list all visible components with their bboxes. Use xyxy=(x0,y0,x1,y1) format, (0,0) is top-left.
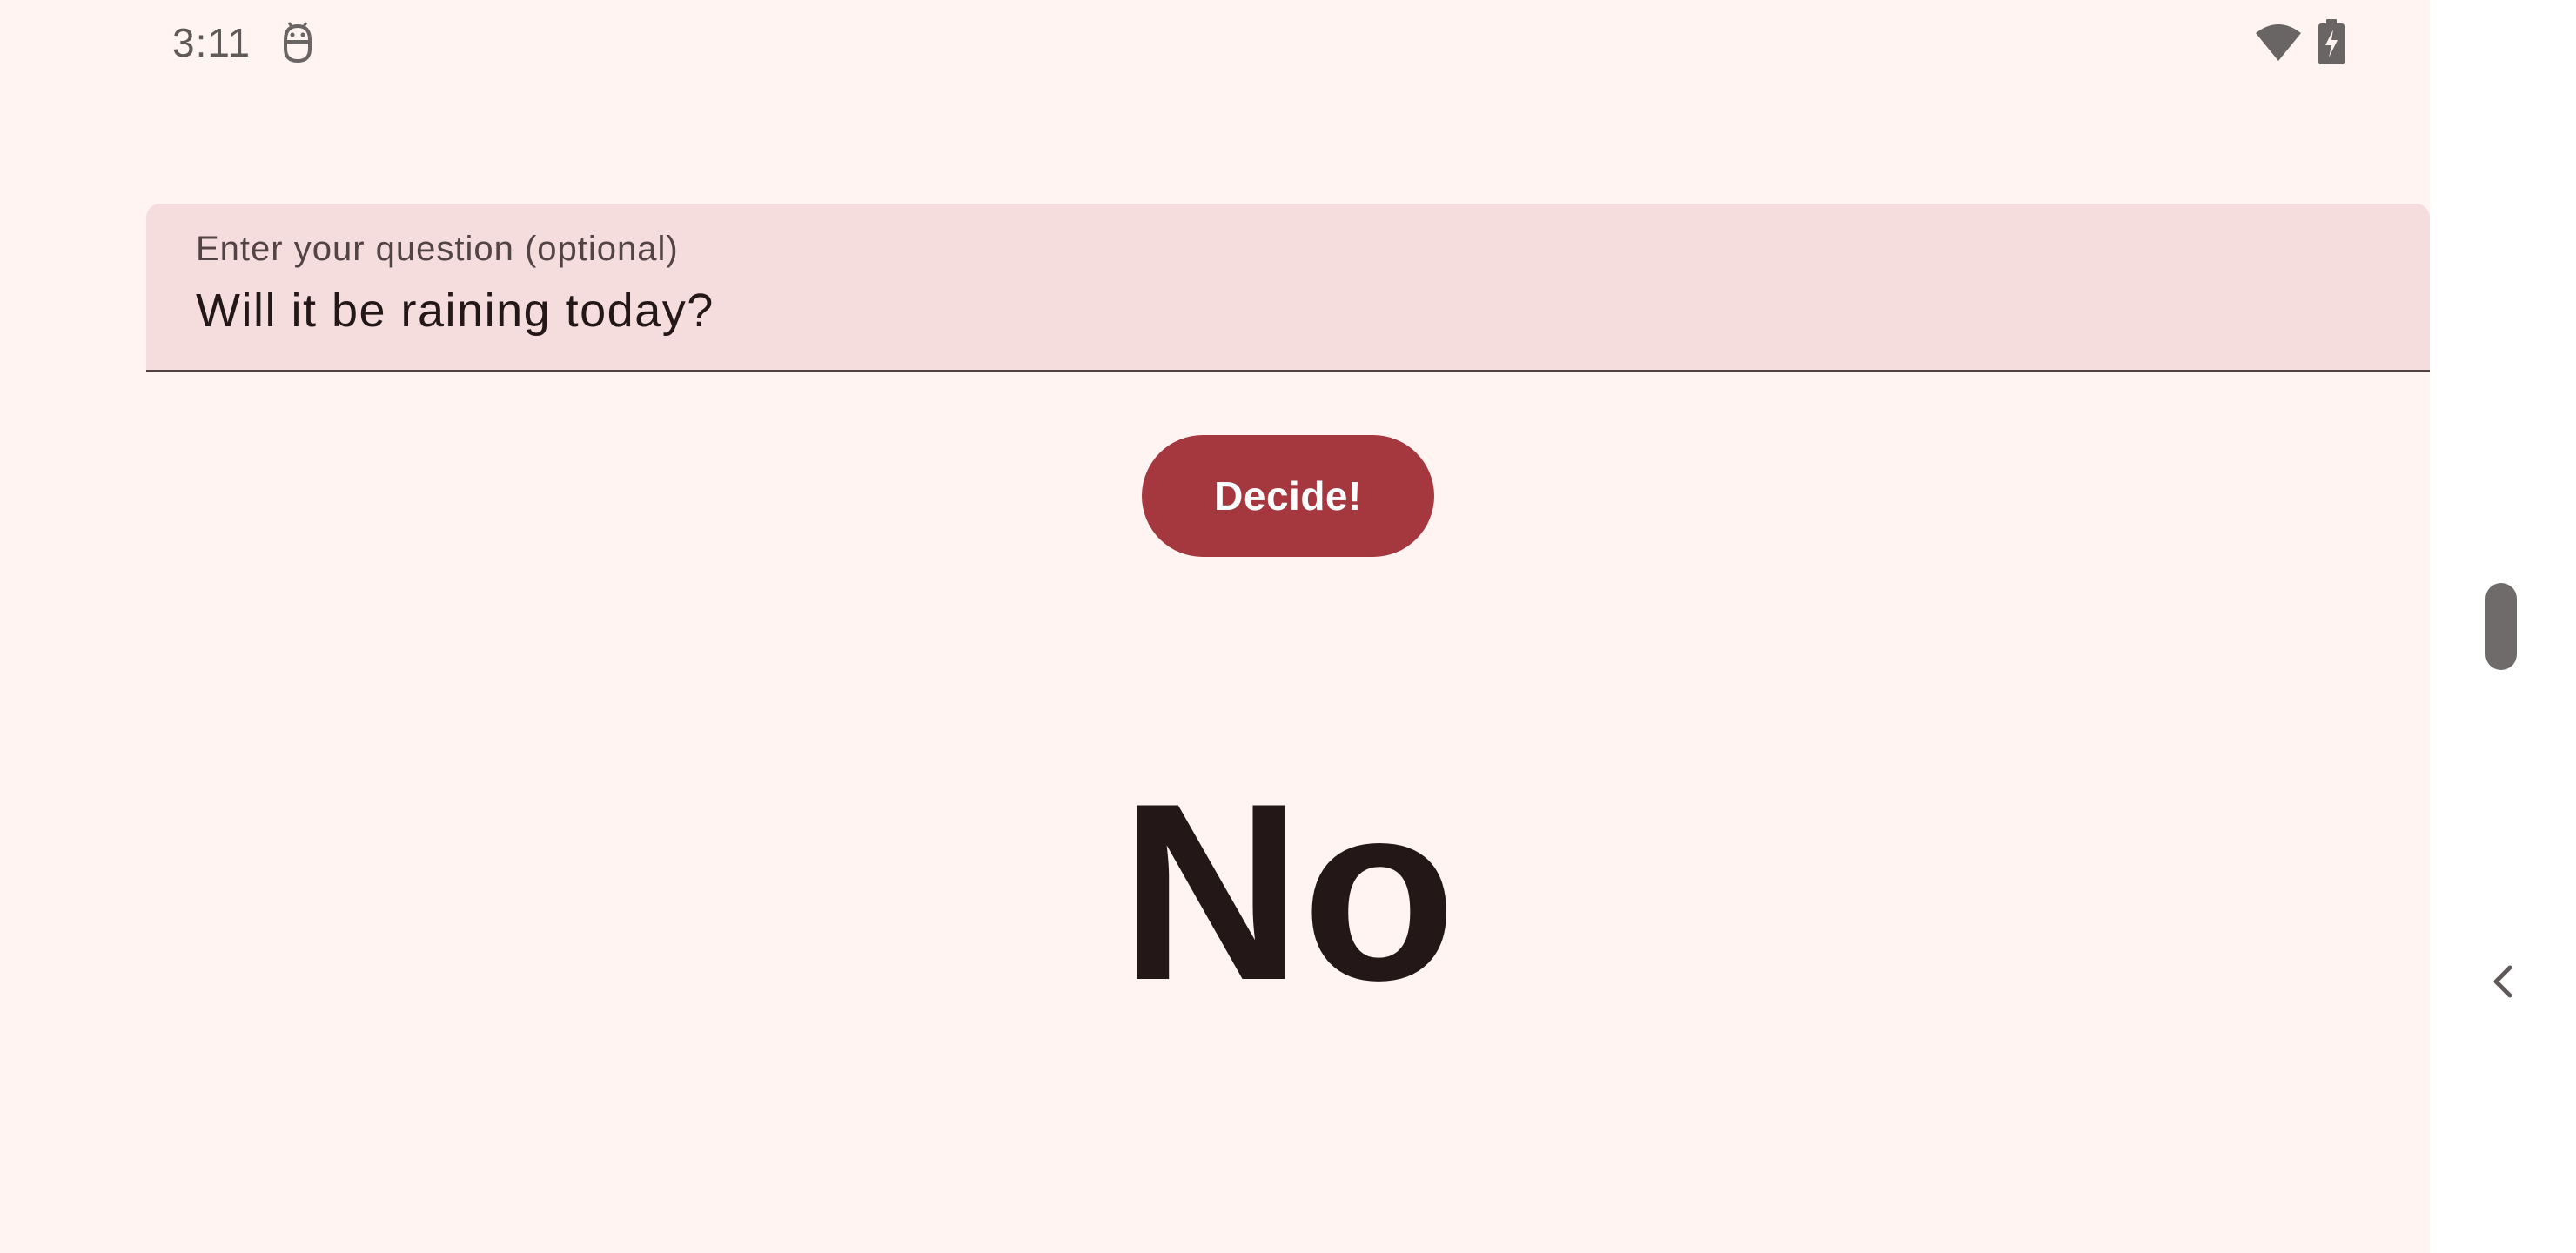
chevron-left-icon[interactable] xyxy=(2487,962,2519,1001)
scroll-thumb[interactable] xyxy=(2485,583,2517,670)
wifi-icon xyxy=(2256,24,2301,61)
status-time: 3:11 xyxy=(172,20,252,65)
app-area: 3:11 Enter your question (optional) Deci… xyxy=(0,0,2430,1253)
decide-button[interactable]: Decide! xyxy=(1142,435,1434,557)
android-face-icon xyxy=(284,22,312,64)
question-input[interactable] xyxy=(196,284,2284,338)
question-field-label: Enter your question (optional) xyxy=(196,230,679,268)
answer-text: No xyxy=(1119,751,1457,1033)
question-field[interactable]: Enter your question (optional) xyxy=(146,204,2430,372)
battery-charging-icon xyxy=(2318,19,2345,64)
screen: 3:11 Enter your question (optional) Deci… xyxy=(0,0,2576,1253)
